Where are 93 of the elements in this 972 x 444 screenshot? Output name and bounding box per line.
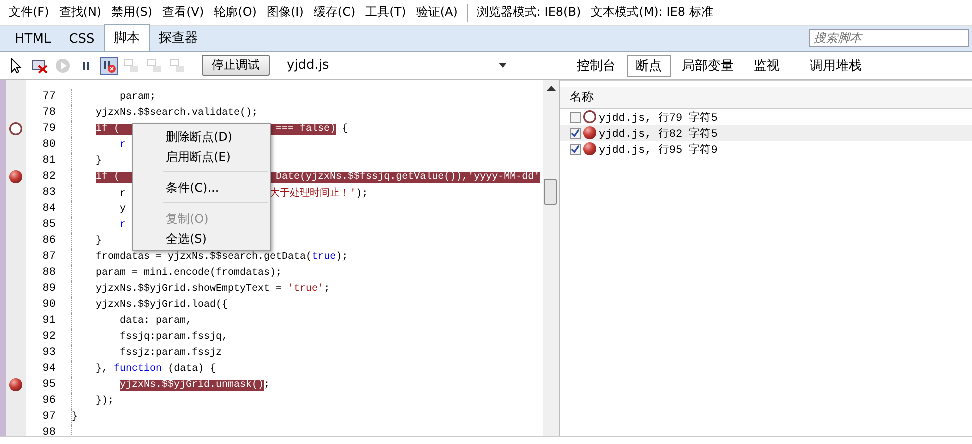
menu-item[interactable]: 轮廓(O) xyxy=(209,4,262,21)
code-text: r xyxy=(120,220,126,230)
code-text: param = mini.encode(fromdatas); xyxy=(96,268,282,278)
breakpoint-label[interactable]: yjdd.js, 行79 字符5 xyxy=(599,110,718,124)
search-field[interactable]: 搜索脚本 xyxy=(809,29,969,47)
breakpoint-label[interactable]: yjdd.js, 行95 字符9 xyxy=(599,142,718,156)
tab[interactable]: 控制台 xyxy=(568,56,625,76)
menu-item[interactable]: 工具(T) xyxy=(360,4,412,21)
tab[interactable]: 监视 xyxy=(745,56,789,76)
line-number: 80 xyxy=(26,137,72,153)
break-on-error-icon[interactable] xyxy=(100,56,118,74)
line-number: 84 xyxy=(26,201,72,217)
file-dropdown[interactable]: yjdd.js xyxy=(287,58,507,73)
code-text: true xyxy=(312,252,336,262)
menu-item[interactable]: 缓存(C) xyxy=(308,4,361,21)
line-number: 89 xyxy=(26,281,72,297)
scrollbar[interactable] xyxy=(543,80,559,436)
mode-menu[interactable]: 浏览器模式: IE8(B) xyxy=(472,4,586,21)
code-text: fssjz:param.fssjz xyxy=(120,348,222,358)
code-text: yjzxNs.$$search.validate(); xyxy=(96,108,258,118)
code-text: 大于处理时间止！' xyxy=(270,189,356,200)
line-number: 93 xyxy=(26,345,72,361)
code-text: } xyxy=(96,236,102,246)
line-number: 77 xyxy=(26,89,72,105)
tab[interactable]: 脚本 xyxy=(104,24,150,51)
column-header: 名称 xyxy=(560,87,972,109)
code-text: } xyxy=(72,412,78,422)
menu-item[interactable]: 查看(V) xyxy=(158,4,210,21)
line-number: 82 xyxy=(26,169,72,185)
line-number: 96 xyxy=(26,393,72,409)
code-text: { xyxy=(342,124,348,134)
code-text: data: param, xyxy=(120,316,192,326)
line-number: 98 xyxy=(26,425,72,436)
tab[interactable]: 调用堆栈 xyxy=(801,56,871,76)
code-text: }, xyxy=(96,364,110,374)
menu-item[interactable]: 全选(S) xyxy=(133,228,270,248)
line-number: 90 xyxy=(26,297,72,313)
line-number: 92 xyxy=(26,329,72,345)
code-text: ; xyxy=(264,380,270,390)
breakpoint-icon[interactable] xyxy=(583,110,597,124)
line-number: 79 xyxy=(26,121,72,137)
breakpoint-icon[interactable] xyxy=(583,126,597,140)
mode-menu[interactable]: 文本模式(M): IE8 标准 xyxy=(586,4,718,21)
code-text: fromdatas = yjzxNs.$$search.getData( xyxy=(96,252,312,262)
breakpoint-icon[interactable] xyxy=(9,122,23,136)
breakpoint-icon[interactable] xyxy=(583,142,597,156)
tab[interactable]: 探查器 xyxy=(150,25,207,51)
tab[interactable]: 断点 xyxy=(627,54,671,76)
line-number: 78 xyxy=(26,105,72,121)
menu-item[interactable]: 验证(A) xyxy=(411,4,463,21)
code-text: yjzxNs.$$yjGrid.showEmptyText = xyxy=(96,284,284,294)
code-text: yjzxNs.$$yjGrid.load({ xyxy=(96,300,228,310)
caret-icon xyxy=(499,63,507,68)
code-text: ); xyxy=(356,189,368,200)
line-number: 83 xyxy=(26,185,72,201)
code-text: function xyxy=(114,364,162,374)
code-text: ; xyxy=(324,284,330,294)
menu-item[interactable]: 图像(I) xyxy=(262,4,309,21)
tab[interactable]: 局部变量 xyxy=(673,56,743,76)
code-text: y xyxy=(120,204,126,214)
menu-item[interactable]: 文件(F) xyxy=(4,4,54,21)
breakpoint-icon[interactable] xyxy=(9,378,23,392)
line-number: 81 xyxy=(26,153,72,169)
line-number: 87 xyxy=(26,249,72,265)
menu-item[interactable]: 查找(N) xyxy=(54,4,107,21)
code-text: r xyxy=(120,189,126,200)
line-number: 94 xyxy=(26,361,72,377)
checkbox[interactable] xyxy=(570,112,581,122)
scroll-up-icon[interactable] xyxy=(546,86,556,91)
code-text: 'true' xyxy=(288,284,324,294)
code-text: r xyxy=(120,140,126,150)
line-number: 85 xyxy=(26,217,72,233)
line-number: 97 xyxy=(26,409,72,425)
checkbox[interactable] xyxy=(570,144,581,154)
menu-item[interactable]: 禁用(S) xyxy=(106,4,158,21)
code-text: (data) { xyxy=(168,364,216,374)
breakpoint-icon[interactable] xyxy=(9,170,23,184)
code-text: fssjq:param.fssjq, xyxy=(120,332,228,342)
line-number: 91 xyxy=(26,313,72,329)
stop-debugging-button[interactable]: 停止调试 xyxy=(202,55,270,76)
line-number: 95 xyxy=(26,377,72,393)
checkbox[interactable] xyxy=(570,128,581,138)
code-text: ); xyxy=(336,252,348,262)
code-text: yjzxNs.$$yjGrid.unmask() xyxy=(120,380,264,390)
code-text: param; xyxy=(120,92,156,102)
tab[interactable]: CSS xyxy=(60,28,104,51)
tab[interactable]: HTML xyxy=(6,28,60,51)
code-text: }); xyxy=(96,396,114,406)
line-number: 86 xyxy=(26,233,72,249)
code-text: } xyxy=(96,156,102,166)
scroll-thumb[interactable] xyxy=(544,179,557,205)
line-number: 88 xyxy=(26,265,72,281)
menu-item[interactable]: 启用断点(E) xyxy=(133,146,270,166)
